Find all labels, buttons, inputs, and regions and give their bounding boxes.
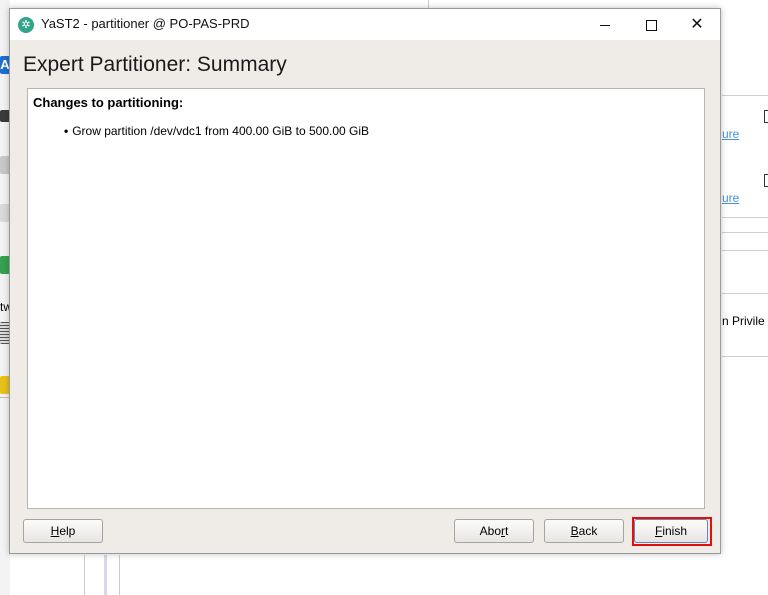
maximize-button[interactable] bbox=[628, 9, 674, 40]
minimize-button[interactable] bbox=[582, 9, 628, 40]
maximize-icon bbox=[645, 19, 657, 31]
divider bbox=[722, 95, 768, 96]
back-button[interactable]: Back bbox=[544, 519, 624, 543]
finish-button[interactable]: Finish bbox=[634, 519, 708, 543]
close-icon: ✕ bbox=[690, 16, 704, 33]
summary-panel: Changes to partitioning: • Grow partition… bbox=[27, 88, 705, 509]
checkbox bbox=[764, 110, 768, 123]
bullet-icon: • bbox=[64, 124, 69, 138]
divider bbox=[84, 555, 85, 595]
background-app-right: ure ure n Privile bbox=[722, 0, 768, 595]
changes-heading: Changes to partitioning: bbox=[33, 95, 184, 110]
window-title: YaST2 - partitioner @ PO-PAS-PRD bbox=[41, 16, 250, 31]
background-link: ure bbox=[722, 127, 740, 141]
minimize-icon bbox=[600, 24, 610, 26]
yast-icon: ✲ bbox=[18, 17, 34, 33]
divider bbox=[722, 232, 768, 233]
help-button[interactable]: Help bbox=[23, 519, 103, 543]
divider bbox=[722, 217, 768, 218]
list-item: • Grow partition /dev/vdc1 from 400.00 Gi… bbox=[64, 124, 369, 138]
checkbox bbox=[764, 174, 768, 187]
divider bbox=[104, 555, 107, 595]
change-text: Grow partition /dev/vdc1 from 400.00 GiB… bbox=[72, 124, 370, 138]
divider bbox=[119, 555, 120, 595]
divider bbox=[722, 293, 768, 294]
partitioner-window: ✲ YaST2 - partitioner @ PO-PAS-PRD ✕ Exp… bbox=[9, 8, 721, 554]
page-title: Expert Partitioner: Summary bbox=[23, 53, 287, 76]
background-link: ure bbox=[722, 191, 740, 205]
background-text: n Privile bbox=[722, 314, 765, 328]
abort-button[interactable]: Abort bbox=[454, 519, 534, 543]
divider bbox=[722, 250, 768, 251]
divider bbox=[722, 356, 768, 357]
close-button[interactable]: ✕ bbox=[674, 9, 720, 40]
divider bbox=[428, 0, 429, 8]
title-bar[interactable]: ✲ YaST2 - partitioner @ PO-PAS-PRD ✕ bbox=[10, 9, 720, 40]
